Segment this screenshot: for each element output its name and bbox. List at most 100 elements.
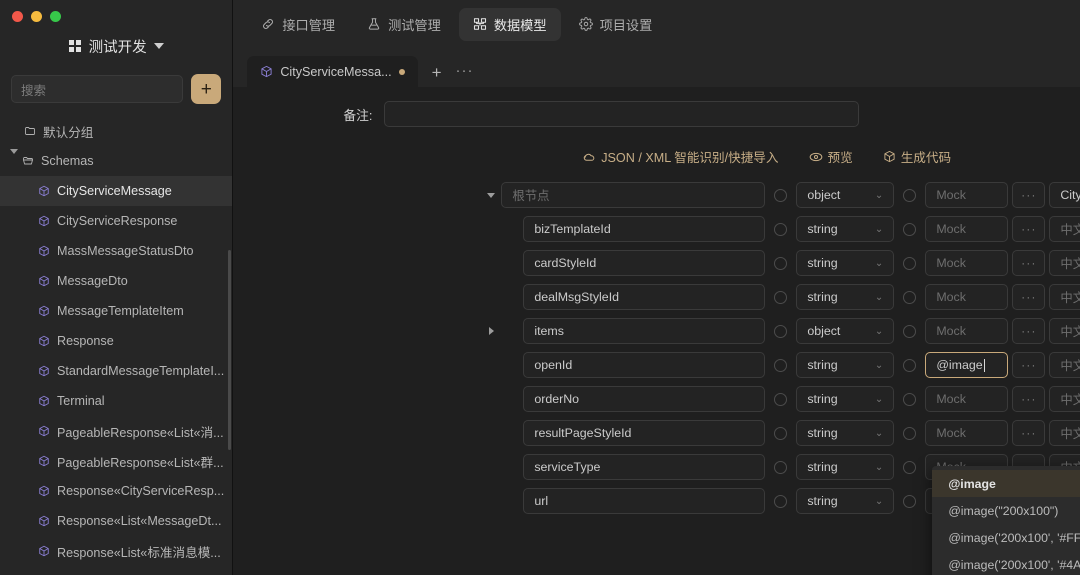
sidebar-item-messagedto[interactable]: MessageDto bbox=[0, 266, 232, 296]
add-schema-button[interactable]: + bbox=[191, 74, 222, 104]
field-name-input[interactable]: resultPageStyleId bbox=[523, 420, 766, 446]
field-type-select[interactable]: object ⌄ bbox=[796, 318, 895, 344]
field-type-select[interactable]: string ⌄ bbox=[796, 386, 895, 412]
tab-city-service-message[interactable]: CityServiceMessa... bbox=[247, 56, 418, 87]
sidebar-item-pageableresponse-list[interactable]: PageableResponse«List«消... bbox=[0, 416, 232, 446]
required-checkbox[interactable] bbox=[774, 426, 788, 440]
sidebar-item-response[interactable]: Response bbox=[0, 326, 232, 356]
type-option-checkbox[interactable] bbox=[903, 426, 917, 440]
required-checkbox[interactable] bbox=[774, 358, 788, 372]
mock-input[interactable]: Mock bbox=[925, 216, 1009, 242]
mock-input[interactable]: Mock bbox=[925, 182, 1009, 208]
cn-name-input[interactable]: 中文名 bbox=[1049, 386, 1080, 412]
required-checkbox[interactable] bbox=[774, 290, 788, 304]
field-type-select[interactable]: string ⌄ bbox=[796, 284, 895, 310]
sidebar-item-response-list[interactable]: Response«List«标准消息模... bbox=[0, 536, 232, 566]
sidebar-item-massmessagestatusdto[interactable]: MassMessageStatusDto bbox=[0, 236, 232, 266]
autocomplete-item[interactable]: @image('200x100', '#4A7BF7', 'Hello')图片 bbox=[932, 551, 1080, 575]
field-name-input[interactable]: openId bbox=[523, 352, 766, 378]
sidebar-item-messagetemplateitem[interactable]: MessageTemplateItem bbox=[0, 296, 232, 326]
type-option-checkbox[interactable] bbox=[903, 392, 917, 406]
field-type-select[interactable]: string ⌄ bbox=[796, 488, 895, 514]
field-type-select[interactable]: object ⌄ bbox=[796, 182, 895, 208]
nav-item-3[interactable]: 项目设置 bbox=[565, 8, 667, 41]
field-type-select[interactable]: string ⌄ bbox=[796, 420, 895, 446]
mock-input[interactable]: Mock bbox=[925, 420, 1009, 446]
autocomplete-item[interactable]: @image("200x100")图片 bbox=[932, 497, 1080, 524]
sidebar-item-schemas[interactable]: Schemas bbox=[0, 146, 232, 176]
generate-code-link[interactable]: 生成代码 bbox=[883, 147, 951, 166]
close-window-button[interactable] bbox=[12, 11, 23, 22]
mock-input[interactable]: Mock bbox=[925, 318, 1009, 344]
field-name-input[interactable]: url bbox=[523, 488, 766, 514]
sidebar-item-response-list-messagedt[interactable]: Response«List«MessageDt... bbox=[0, 506, 232, 536]
project-selector[interactable]: 测试开发 bbox=[0, 26, 232, 66]
autocomplete-item[interactable]: @image('200x100', '#FF6600')图片 bbox=[932, 524, 1080, 551]
field-name-input[interactable]: bizTemplateId bbox=[523, 216, 766, 242]
mock-more-button[interactable]: ··· bbox=[1012, 318, 1046, 344]
sidebar-scrollbar[interactable] bbox=[228, 250, 232, 450]
type-option-checkbox[interactable] bbox=[903, 222, 917, 236]
search-input[interactable]: 搜索 bbox=[11, 75, 184, 103]
type-option-checkbox[interactable] bbox=[903, 256, 917, 270]
note-input[interactable] bbox=[384, 101, 860, 127]
type-option-checkbox[interactable] bbox=[903, 324, 917, 338]
mock-more-button[interactable]: ··· bbox=[1012, 216, 1046, 242]
nav-item-1[interactable]: 测试管理 bbox=[353, 8, 455, 41]
chevron-down-icon[interactable] bbox=[487, 192, 496, 198]
chevron-down-icon[interactable] bbox=[8, 149, 22, 168]
sidebar-item-terminal[interactable]: Terminal bbox=[0, 386, 232, 416]
required-checkbox[interactable] bbox=[774, 256, 788, 270]
field-name-input[interactable]: items bbox=[523, 318, 766, 344]
mock-input[interactable]: @image bbox=[925, 352, 1009, 378]
sidebar-item-standardmessagetemplatei[interactable]: StandardMessageTemplateI... bbox=[0, 356, 232, 386]
mock-more-button[interactable]: ··· bbox=[1012, 386, 1046, 412]
field-type-select[interactable]: string ⌄ bbox=[796, 454, 895, 480]
nav-item-2[interactable]: 数据模型 bbox=[458, 7, 561, 41]
new-tab-button[interactable]: + bbox=[418, 64, 454, 87]
autocomplete-item[interactable]: @image图片链接 bbox=[932, 470, 1080, 497]
mock-more-button[interactable]: ··· bbox=[1012, 420, 1046, 446]
cn-name-input[interactable]: CityServ bbox=[1049, 182, 1080, 208]
sidebar-item-response-list[interactable]: Response«List«自定义消息... bbox=[0, 566, 232, 575]
sidebar-item-response-cityserviceresp[interactable]: Response«CityServiceResp... bbox=[0, 476, 232, 506]
mock-more-button[interactable]: ··· bbox=[1012, 284, 1046, 310]
mock-autocomplete-dropdown[interactable]: @image图片链接@image("200x100")图片@image('200… bbox=[932, 466, 1080, 575]
sidebar-item-cityservicemessage[interactable]: CityServiceMessage bbox=[0, 176, 233, 206]
field-name-input[interactable]: serviceType bbox=[523, 454, 766, 480]
field-type-select[interactable]: string ⌄ bbox=[796, 216, 895, 242]
cn-name-input[interactable]: 中文名 bbox=[1049, 420, 1080, 446]
cn-name-input[interactable]: 中文名 bbox=[1049, 250, 1080, 276]
mock-more-button[interactable]: ··· bbox=[1012, 182, 1046, 208]
field-name-input[interactable]: 根节点 bbox=[501, 182, 766, 208]
field-name-input[interactable]: dealMsgStyleId bbox=[523, 284, 766, 310]
tab-more-button[interactable]: ··· bbox=[454, 63, 484, 87]
cn-name-input[interactable]: 中文名 bbox=[1049, 352, 1080, 378]
cn-name-input[interactable]: 中文名 bbox=[1049, 284, 1080, 310]
type-option-checkbox[interactable] bbox=[903, 188, 917, 202]
cn-name-input[interactable]: 中文名 bbox=[1049, 216, 1080, 242]
mock-input[interactable]: Mock bbox=[925, 250, 1009, 276]
required-checkbox[interactable] bbox=[774, 324, 788, 338]
maximize-window-button[interactable] bbox=[50, 11, 61, 22]
sidebar-item-[interactable]: 默认分组 bbox=[0, 116, 232, 146]
cn-name-input[interactable]: 中文名 bbox=[1049, 318, 1080, 344]
required-checkbox[interactable] bbox=[774, 460, 788, 474]
required-checkbox[interactable] bbox=[774, 222, 788, 236]
mock-input[interactable]: Mock bbox=[925, 386, 1009, 412]
required-checkbox[interactable] bbox=[774, 188, 788, 202]
type-option-checkbox[interactable] bbox=[903, 358, 917, 372]
required-checkbox[interactable] bbox=[774, 494, 788, 508]
row-twisty[interactable] bbox=[481, 192, 501, 198]
preview-link[interactable]: 预览 bbox=[809, 147, 853, 166]
mock-more-button[interactable]: ··· bbox=[1012, 352, 1046, 378]
minimize-window-button[interactable] bbox=[31, 11, 42, 22]
type-option-checkbox[interactable] bbox=[903, 460, 917, 474]
field-name-input[interactable]: cardStyleId bbox=[523, 250, 766, 276]
required-checkbox[interactable] bbox=[774, 392, 788, 406]
sidebar-item-cityserviceresponse[interactable]: CityServiceResponse bbox=[0, 206, 232, 236]
mock-more-button[interactable]: ··· bbox=[1012, 250, 1046, 276]
type-option-checkbox[interactable] bbox=[903, 494, 917, 508]
row-twisty[interactable] bbox=[481, 327, 501, 335]
sidebar-item-pageableresponse-list[interactable]: PageableResponse«List«群... bbox=[0, 446, 232, 476]
